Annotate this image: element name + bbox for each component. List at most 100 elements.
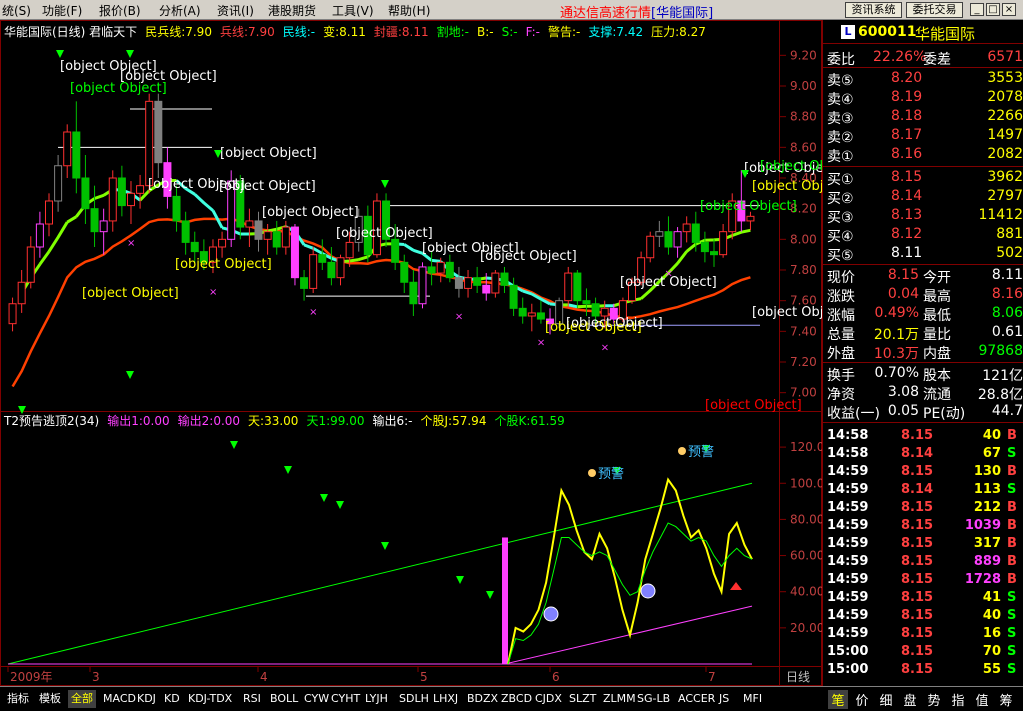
trade-order-button[interactable]: 委托交易 [906, 2, 963, 18]
bid-price: 8.11 [891, 245, 923, 261]
indicator-tab[interactable]: KDJ-TDX [185, 690, 235, 708]
stock-name: 华能国际 [915, 25, 976, 43]
indicator-tab[interactable]: LYJH [362, 690, 391, 708]
tick-row: 15:00 8.15 70 S [823, 643, 1023, 661]
candle [336, 254, 345, 286]
candle [491, 270, 500, 298]
tick-side: S [1007, 446, 1017, 461]
indicator-tab[interactable]: CJDX [532, 690, 565, 708]
candle-body [190, 241, 199, 253]
main-header-value: 割地:- [436, 25, 469, 39]
right-tab[interactable]: 价 [852, 690, 872, 709]
info-system-button[interactable]: 资讯系统 [845, 2, 902, 18]
signal-bar [502, 537, 508, 664]
tick-row: 14:59 8.15 317 B [823, 535, 1023, 553]
bid-volume: 881 [996, 226, 1023, 242]
tick-volume: 317 [973, 536, 1001, 551]
app-name: 通达信高速行情 [560, 6, 652, 21]
candle-body [509, 284, 518, 309]
menu-bar: 统(S) 功能(F) 报价(B) 分析(A) 资讯(I) 港股期货 工具(V) … [0, 0, 1023, 21]
quote-value: 8.15 [887, 267, 919, 283]
face-marker-icon [640, 583, 656, 599]
candle [290, 224, 299, 286]
chart-canvas[interactable]: 9.209.008.808.608.408.208.007.807.607.40… [0, 20, 857, 686]
right-tab[interactable]: 值 [972, 690, 992, 709]
right-tab[interactable]: 筹 [996, 690, 1016, 709]
candle [172, 185, 181, 232]
indicator-tab[interactable]: LHXJ [430, 690, 461, 708]
price-axis-label: 7.80 [790, 263, 817, 277]
ask-label: 卖⑤ [827, 73, 854, 89]
candle-body [391, 238, 400, 263]
indicator-tab[interactable]: SLZT [566, 690, 599, 708]
menu-info[interactable]: 资讯(I) [217, 2, 254, 19]
candle [564, 266, 573, 309]
indicator-tab[interactable]: 模板 [36, 690, 64, 708]
chart-annotation-label: [object Object] [70, 81, 167, 96]
indicator-tab[interactable]: SG-LB [634, 690, 673, 708]
maximize-button[interactable]: □ [986, 3, 1000, 16]
ask-volume: 2266 [987, 108, 1023, 124]
indicator-tab[interactable]: SDLH [396, 690, 432, 708]
warning-arrow-icon [381, 542, 389, 550]
indicator-tab[interactable]: KD [161, 690, 183, 708]
right-tab[interactable]: 笔 [828, 690, 848, 709]
menu-tools[interactable]: 工具(V) [332, 2, 374, 19]
indicator-tab[interactable]: 指标 [4, 690, 32, 708]
candle-body [464, 277, 473, 289]
indicator-tab[interactable]: CYHT [328, 690, 363, 708]
indicator-tab[interactable]: KDJ [134, 690, 159, 708]
tick-time: 14:59 [827, 554, 869, 569]
menu-help[interactable]: 帮助(H) [388, 2, 430, 19]
chart-annotation-label: [object Object] [566, 316, 663, 331]
indicator-tab[interactable]: ACCER [675, 690, 718, 708]
chart-annotation-label: [object Object] [219, 179, 316, 194]
indicator-tab[interactable]: MFI [740, 690, 765, 708]
indicator-tab[interactable]: ZBCD [498, 690, 535, 708]
sub-header-value: 个股J:57.94 [420, 414, 487, 428]
chart-area[interactable]: 9.20 9.00 8.80 8.60 8.40 8.20 8.00 7.80 7.60 7.40… [0, 20, 857, 686]
candle-body [719, 231, 728, 256]
indicator-tab[interactable]: BDZX [464, 690, 501, 708]
indicator-tab[interactable]: 全部 [68, 690, 96, 708]
indicator-tab[interactable]: BOLL [267, 690, 301, 708]
menu-function[interactable]: 功能(F) [42, 2, 82, 19]
tick-side: S [1007, 662, 1017, 677]
candle [309, 247, 318, 293]
candle [35, 211, 44, 258]
ask-label: 卖② [827, 130, 854, 146]
candle-body [400, 261, 409, 283]
right-tab[interactable]: 盘 [900, 690, 920, 709]
alert-face-icon [588, 469, 596, 477]
fundamentals-row: 收益(一) 0.05 PE(动) 44.7 [823, 402, 1023, 422]
tick-row: 14:58 8.14 67 S [823, 445, 1023, 463]
candle-body [17, 281, 26, 305]
indicator-tab[interactable]: RSI [240, 690, 264, 708]
warning-arrow-icon [320, 494, 328, 502]
menu-quote[interactable]: 报价(B) [99, 2, 141, 19]
bid-row: 买④ 8.12 881 [823, 225, 1023, 245]
minimize-button[interactable]: _ [970, 3, 984, 16]
x-axis-label: 4 [260, 670, 268, 684]
ask-price: 8.16 [891, 146, 923, 162]
close-button[interactable]: × [1002, 3, 1016, 16]
tick-time: 14:59 [827, 482, 869, 497]
menu-system[interactable]: 统(S) [2, 2, 31, 19]
menu-hk-futures[interactable]: 港股期货 [268, 2, 316, 19]
fundamental-value: 3.08 [887, 384, 919, 400]
quote-value-2: 8.11 [991, 267, 1023, 283]
candle [26, 236, 35, 289]
chart-annotation-label: [object Object] [760, 159, 822, 174]
right-tab[interactable]: 指 [948, 690, 968, 709]
x-axis-label: 5 [420, 670, 428, 684]
main-header-value: 民兵线:7.90 [145, 25, 212, 39]
right-tab[interactable]: 细 [876, 690, 896, 709]
indicator-tab[interactable]: ZLMM [600, 690, 639, 708]
indicator-tab[interactable]: JS [716, 690, 732, 708]
candle-body [710, 251, 719, 256]
menu-analysis[interactable]: 分析(A) [159, 2, 201, 19]
warning-arrow-icon [486, 591, 494, 599]
fundamental-label: 净资 [827, 387, 855, 403]
candle [117, 165, 126, 217]
right-tab[interactable]: 势 [924, 690, 944, 709]
